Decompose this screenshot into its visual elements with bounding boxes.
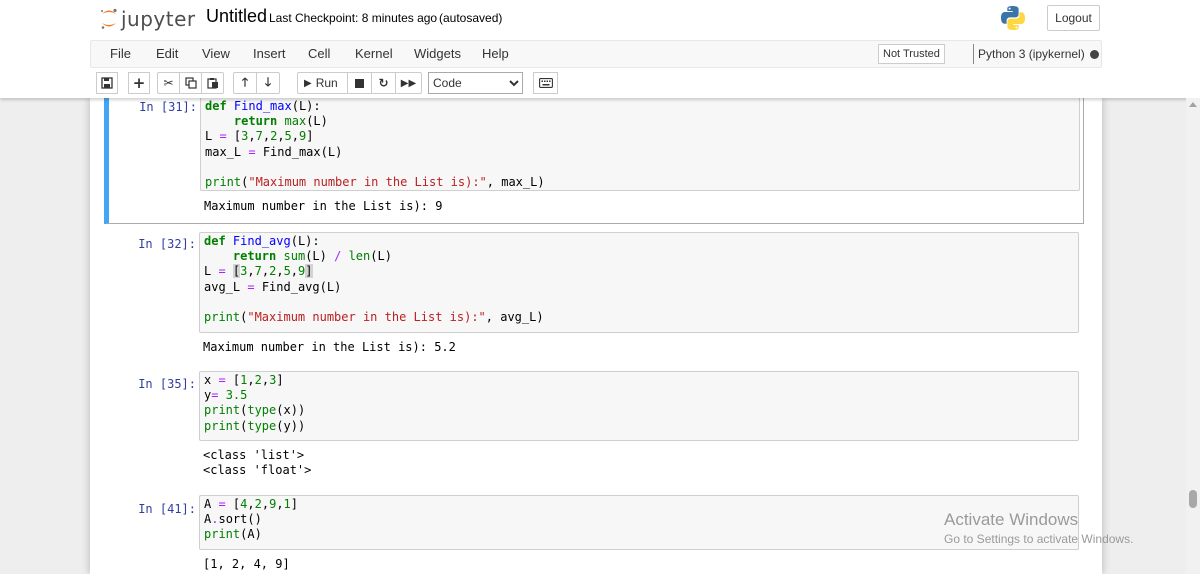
- cell-prompt: In [41]:: [138, 502, 196, 516]
- stop-icon: [355, 78, 364, 88]
- restart-run-all-button[interactable]: ▶▶: [395, 72, 422, 94]
- logo-text: jupyter: [121, 7, 196, 31]
- menubar: File Edit View Insert Cell Kernel Widget…: [90, 40, 1102, 68]
- jupyter-logo-icon: [101, 8, 117, 29]
- restart-icon: ↻: [378, 76, 389, 90]
- logout-button[interactable]: Logout: [1047, 5, 1100, 31]
- arrow-up-icon: 🡑: [241, 74, 249, 89]
- plus-icon: +: [132, 74, 146, 92]
- header-inner: jupyter Untitled Last Checkpoint: 8 minu…: [90, 0, 1102, 98]
- move-down-button[interactable]: 🡓: [256, 72, 280, 94]
- code-cell[interactable]: In [32]: def Find_avg(L): return sum(L) …: [104, 232, 1084, 358]
- checkpoint-status: Last Checkpoint: 8 minutes ago: [269, 11, 438, 25]
- code-line: L = [3,7,2,5,9]: [204, 264, 313, 279]
- kernel-status-icon: [1090, 50, 1099, 59]
- code-line: L = [3,7,2,5,9]: [205, 129, 314, 144]
- copy-button[interactable]: [179, 72, 202, 94]
- code-line: def Find_max(L):: [205, 99, 321, 113]
- activation-watermark-subtitle: Go to Settings to activate Windows.: [944, 532, 1134, 546]
- code-input[interactable]: def Find_max(L): return max(L) L = [3,7,…: [200, 98, 1080, 191]
- code-cell[interactable]: In [41]: A = [4,2,9,1] A.sort() print(A)…: [104, 495, 1084, 574]
- arrow-down-icon: 🡓: [264, 74, 272, 89]
- code-line: print("Maximum number in the List is):",…: [204, 309, 544, 324]
- cell-prompt: In [35]:: [138, 377, 196, 391]
- code-input[interactable]: def Find_avg(L): return sum(L) / len(L) …: [199, 232, 1079, 333]
- scissors-icon: ✂: [163, 76, 174, 90]
- code-line: return sum(L) / len(L): [232, 249, 392, 264]
- cell-type-select[interactable]: Code: [428, 72, 523, 94]
- run-label: Run: [315, 76, 338, 90]
- python-icon: [1001, 6, 1025, 31]
- code-line: def Find_avg(L):: [204, 234, 320, 248]
- cell-output: [1, 2, 4, 9]: [203, 557, 290, 571]
- activation-watermark-title: Activate Windows: [944, 510, 1079, 529]
- code-line: x = [1,2,3]: [204, 373, 284, 387]
- header: jupyter Untitled Last Checkpoint: 8 minu…: [0, 0, 1200, 98]
- menu-view[interactable]: View: [202, 46, 230, 61]
- scroll-up-icon[interactable]: [1189, 102, 1197, 107]
- fast-forward-icon: ▶▶: [400, 77, 417, 89]
- code-line: max_L = Find_max(L): [205, 144, 343, 159]
- output-line: <class 'list'>: [203, 448, 305, 462]
- code-line: print(type(y)): [204, 418, 306, 433]
- save-icon: [101, 77, 113, 89]
- code-cell[interactable]: In [35]: x = [1,2,3] y= 3.5 print(type(x…: [104, 371, 1084, 483]
- save-button[interactable]: [96, 72, 118, 94]
- run-button[interactable]: ▶ Run: [297, 72, 348, 94]
- restart-button[interactable]: ↻: [371, 72, 396, 94]
- trust-indicator[interactable]: Not Trusted: [878, 44, 945, 64]
- code-input[interactable]: x = [1,2,3] y= 3.5 print(type(x)) print(…: [199, 371, 1079, 441]
- menu-edit[interactable]: Edit: [156, 46, 178, 61]
- kernel-indicator[interactable]: Python 3 (ipykernel): [973, 44, 1085, 64]
- cell-output: Maximum number in the List is): 9: [204, 199, 443, 213]
- play-icon: ▶: [304, 77, 312, 89]
- output-line: <class 'float'>: [203, 463, 312, 478]
- interrupt-button[interactable]: [347, 72, 372, 94]
- menu-file[interactable]: File: [110, 46, 131, 61]
- menu-insert[interactable]: Insert: [253, 46, 286, 61]
- code-line: print("Maximum number in the List is):",…: [205, 174, 545, 189]
- cell-output: <class 'list'> <class 'float'>: [203, 448, 311, 478]
- keyboard-icon: [538, 78, 553, 88]
- cell-output: Maximum number in the List is): 5.2: [203, 340, 456, 354]
- command-palette-button[interactable]: [533, 72, 558, 94]
- menu-help[interactable]: Help: [482, 46, 509, 61]
- menu-widgets[interactable]: Widgets: [414, 46, 461, 61]
- paste-button[interactable]: [201, 72, 224, 94]
- notebook-name[interactable]: Untitled: [206, 6, 267, 27]
- code-line: print(type(x)): [204, 403, 306, 418]
- scroll-thumb[interactable]: [1189, 490, 1197, 508]
- menu-cell[interactable]: Cell: [308, 46, 330, 61]
- copy-icon: [184, 77, 197, 89]
- notebook-container: In [31]: def Find_max(L): return max(L) …: [90, 98, 1102, 574]
- code-line: avg_L = Find_avg(L): [204, 279, 342, 294]
- cell-prompt: In [32]:: [138, 237, 196, 251]
- menu-kernel[interactable]: Kernel: [355, 46, 393, 61]
- jupyter-logo[interactable]: jupyter: [100, 4, 196, 34]
- autosave-status: (autosaved): [439, 11, 503, 25]
- insert-cell-button[interactable]: +: [128, 72, 150, 94]
- code-line: return max(L): [233, 114, 328, 129]
- code-line: y= 3.5: [204, 388, 248, 403]
- code-cell-selected[interactable]: In [31]: def Find_max(L): return max(L) …: [104, 98, 1084, 224]
- move-up-button[interactable]: 🡑: [233, 72, 257, 94]
- paste-icon: [206, 78, 218, 89]
- cell-prompt: In [31]:: [139, 100, 197, 114]
- cut-button[interactable]: ✂: [157, 72, 180, 94]
- scrollbar[interactable]: [1186, 98, 1200, 574]
